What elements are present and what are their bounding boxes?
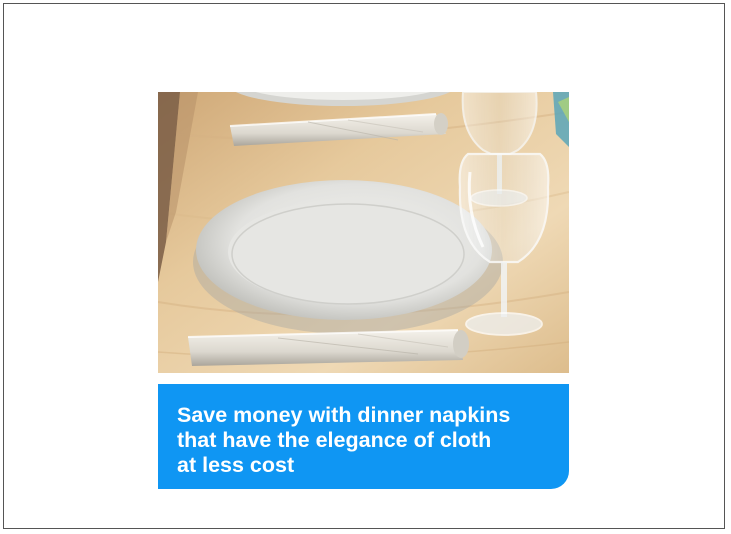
promo-caption-text: Save money with dinner napkins that have…	[177, 403, 511, 477]
bottom-napkin	[187, 329, 469, 366]
table-setting-illustration	[158, 92, 569, 373]
ad-frame: Save money with dinner napkins that have…	[3, 3, 725, 529]
promo-card[interactable]: Save money with dinner napkins that have…	[158, 92, 569, 489]
promo-caption-box[interactable]: Save money with dinner napkins that have…	[158, 384, 569, 489]
table-setting-photo	[158, 92, 569, 373]
